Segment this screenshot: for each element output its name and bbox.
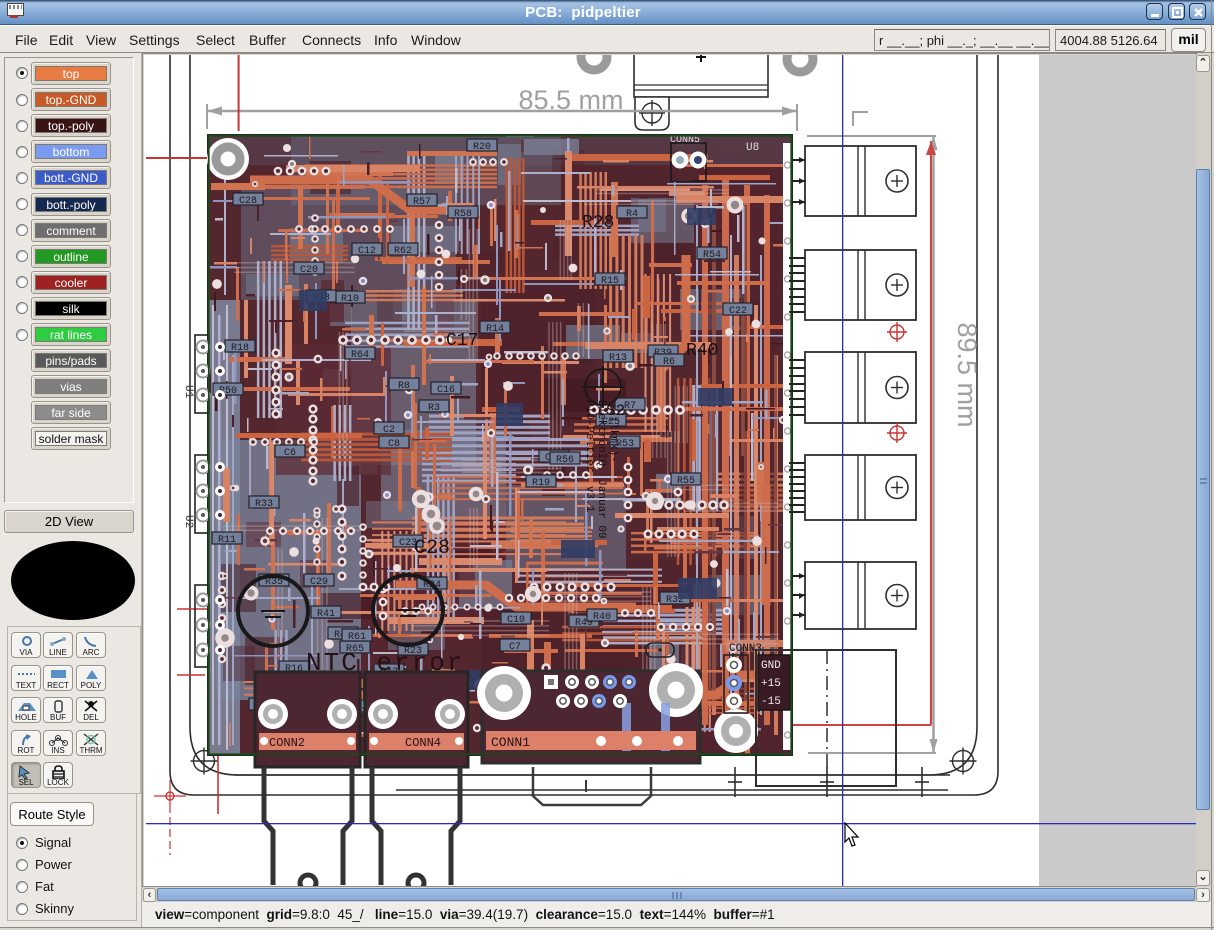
svg-text:GND: GND (761, 660, 781, 672)
svg-text:R28: R28 (582, 213, 614, 233)
svg-text:U1: U1 (182, 385, 194, 399)
svg-text:CONN1: CONN1 (491, 735, 530, 750)
svg-text:89.5 mm: 89.5 mm (952, 322, 982, 427)
svg-text:CONN2: CONN2 (269, 736, 305, 750)
svg-text:CONN4: CONN4 (405, 736, 441, 750)
svg-text:85.5 mm: 85.5 mm (518, 85, 623, 115)
svg-text:ElektronIQ, Januar 09: ElektronIQ, Januar 09 (595, 400, 607, 539)
svg-text:PID-Peltier, v3.1: PID-Peltier, v3.1 (583, 400, 595, 513)
svg-text:-15: -15 (761, 696, 781, 708)
svg-text:U2: U2 (182, 515, 194, 528)
svg-text:+15: +15 (761, 678, 781, 690)
svg-text:U8: U8 (746, 142, 759, 154)
svg-text:C17: C17 (446, 331, 478, 351)
svg-text:C28: C28 (414, 537, 450, 560)
svg-text:R40: R40 (686, 341, 718, 361)
